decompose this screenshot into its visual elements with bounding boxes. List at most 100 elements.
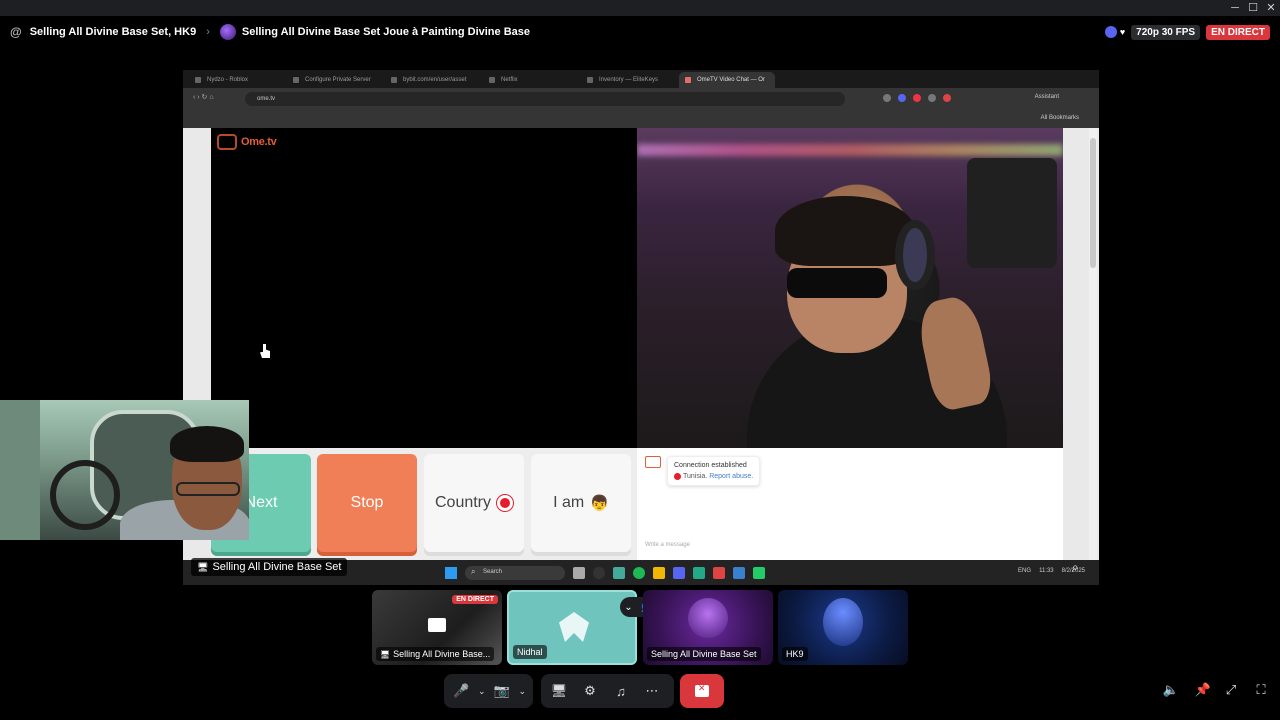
- app-icon[interactable]: [693, 567, 705, 579]
- extension-icon[interactable]: [898, 94, 906, 102]
- app-icon[interactable]: [613, 567, 625, 579]
- stream-info: ♥ 720p 30 FPS EN DIRECT: [1104, 24, 1270, 40]
- popout-icon[interactable]: ⤢: [1222, 682, 1240, 698]
- extension-icon[interactable]: [913, 94, 921, 102]
- windows-start-icon[interactable]: [445, 567, 457, 579]
- minimize-button[interactable]: ─: [1228, 1, 1242, 15]
- chevron-down-icon[interactable]: ⌄: [624, 602, 632, 613]
- taskbar-icons: Search: [445, 566, 765, 580]
- connection-bubble: Connection established Tunisia. Report a…: [667, 456, 761, 486]
- soundboard-icon[interactable]: ♫: [607, 677, 635, 705]
- activity-controls: 🖥 ⚙ ♫ ⋯: [541, 674, 674, 708]
- stream-label-text: Selling All Divine Base Set: [212, 561, 342, 573]
- gender-button[interactable]: I am 👦: [531, 454, 631, 552]
- browser-tab[interactable]: bybit.com/en/user/asset: [385, 72, 481, 88]
- speaker-shape: [967, 158, 1057, 268]
- volume-icon[interactable]: 🔈: [1162, 682, 1180, 698]
- chevron-down-icon[interactable]: ⌄: [475, 677, 489, 705]
- app-icon[interactable]: [733, 567, 745, 579]
- participant-tile[interactable]: Nidhal: [507, 590, 637, 665]
- country-button[interactable]: Country: [424, 454, 524, 552]
- streamer-webcam: [0, 400, 249, 540]
- heart-icon: ♥: [1119, 27, 1126, 37]
- maximize-button[interactable]: ☐: [1246, 1, 1260, 15]
- channel-title[interactable]: Selling All Divine Base Set Joue à Paint…: [242, 26, 530, 38]
- close-button[interactable]: ✕: [1264, 1, 1278, 15]
- webcam-wheel: [50, 460, 120, 530]
- partner-video: [637, 128, 1063, 448]
- spotify-icon[interactable]: [633, 567, 645, 579]
- more-icon[interactable]: ⋯: [638, 677, 666, 705]
- person-hair: [775, 196, 915, 266]
- participant-tile[interactable]: HK9: [778, 590, 908, 665]
- chevron-down-icon[interactable]: ⌄: [516, 677, 530, 705]
- channel-avatar: [219, 24, 236, 40]
- app-icon[interactable]: [753, 567, 765, 579]
- clock-time[interactable]: 11:33: [1039, 568, 1054, 574]
- extension-icon[interactable]: [943, 94, 951, 102]
- flag-icon: [496, 494, 515, 512]
- call-title[interactable]: Selling All Divine Base Set, HK9: [30, 26, 196, 38]
- browser-tab[interactable]: Netflix: [483, 72, 579, 88]
- tile-label-text: Selling All Divine Base...: [393, 649, 491, 659]
- assistant-button[interactable]: Assistant: [1035, 94, 1059, 100]
- separator: ›: [206, 26, 210, 38]
- wings-logo-icon: [559, 612, 589, 642]
- participant-tile[interactable]: Selling All Divine Base Set: [643, 590, 773, 665]
- app-icon[interactable]: [713, 567, 725, 579]
- stop-label: Stop: [350, 494, 384, 511]
- tile-label: Selling All Divine Base Set: [647, 647, 761, 661]
- webcam-hair: [170, 426, 244, 462]
- report-abuse-link[interactable]: Report abuse.: [709, 473, 753, 480]
- ometv-controls: Next Stop Country I am 👦: [211, 448, 637, 560]
- browser-tab[interactable]: Configure Private Server: [287, 72, 383, 88]
- screen-share-icon[interactable]: 🖥: [545, 677, 573, 705]
- url-input[interactable]: ome.tv: [245, 92, 845, 106]
- ometv-logo[interactable]: Ome.tv: [241, 136, 277, 148]
- headset-shape: [895, 220, 935, 290]
- participant-tile[interactable]: EN DIRECT 🖥 Selling All Divine Base...: [372, 590, 502, 665]
- call-header: @ Selling All Divine Base Set, HK9 › Sel…: [0, 16, 1280, 48]
- nav-arrows-icon[interactable]: ‹ › ↻ ⌂: [193, 93, 214, 101]
- mic-icon[interactable]: 🎤: [448, 677, 475, 705]
- scroll-thumb[interactable]: [1090, 138, 1096, 268]
- browser-tabbar: Nydzo - Roblox Configure Private Server …: [183, 70, 1099, 88]
- tile-label: 🖥 Selling All Divine Base...: [376, 647, 495, 661]
- browser-tab[interactable]: Nydzo - Roblox: [189, 72, 285, 88]
- ometv-page: Ome.tv Next Stop Country I am 👦 Connectio…: [183, 128, 1099, 560]
- participant-avatar: [688, 598, 728, 638]
- viewer-icons[interactable]: ♥: [1104, 26, 1126, 38]
- app-icon[interactable]: [593, 567, 605, 579]
- message-input[interactable]: Write a message: [645, 542, 690, 548]
- fullscreen-icon[interactable]: ⛶: [1252, 682, 1270, 698]
- language-indicator[interactable]: ENG: [1018, 568, 1031, 574]
- quality-badge: 720p 30 FPS: [1131, 24, 1201, 40]
- stream-label: 🖥 Selling All Divine Base Set: [191, 558, 348, 576]
- tile-live-badge: EN DIRECT: [452, 595, 498, 604]
- taskbar-search[interactable]: Search: [465, 566, 565, 580]
- country-label: Country: [434, 494, 492, 511]
- extension-icon[interactable]: [883, 94, 891, 102]
- task-view-icon[interactable]: [573, 567, 585, 579]
- shared-screen[interactable]: Nydzo - Roblox Configure Private Server …: [183, 70, 1099, 585]
- boy-emoji-icon: 👦: [590, 495, 609, 512]
- hangup-icon: [695, 683, 709, 697]
- disconnect-button[interactable]: [680, 674, 724, 708]
- all-bookmarks[interactable]: All Bookmarks: [1041, 115, 1079, 121]
- screen-share-icon: [428, 618, 446, 632]
- zoom-icon[interactable]: ⌕: [1072, 560, 1079, 575]
- window-titlebar: ─ ☐ ✕: [0, 0, 1280, 16]
- camera-off-icon[interactable]: 📷: [489, 677, 516, 705]
- browser-tab-active[interactable]: OmeTV Video Chat — Or: [679, 72, 775, 88]
- extension-icon[interactable]: [928, 94, 936, 102]
- led-lights: [637, 144, 1063, 156]
- discord-icon[interactable]: [673, 567, 685, 579]
- file-explorer-icon[interactable]: [653, 567, 665, 579]
- stop-button[interactable]: Stop: [317, 454, 417, 552]
- activities-icon[interactable]: ⚙: [576, 677, 604, 705]
- tile-label: HK9: [782, 647, 808, 661]
- browser-tab[interactable]: Inventory — EliteKeys: [581, 72, 677, 88]
- audio-video-controls: 🎤 ⌄ 📷 ⌄: [444, 674, 533, 708]
- pin-icon[interactable]: 📌: [1194, 682, 1212, 698]
- system-message: Connection established Tunisia. Report a…: [645, 456, 761, 486]
